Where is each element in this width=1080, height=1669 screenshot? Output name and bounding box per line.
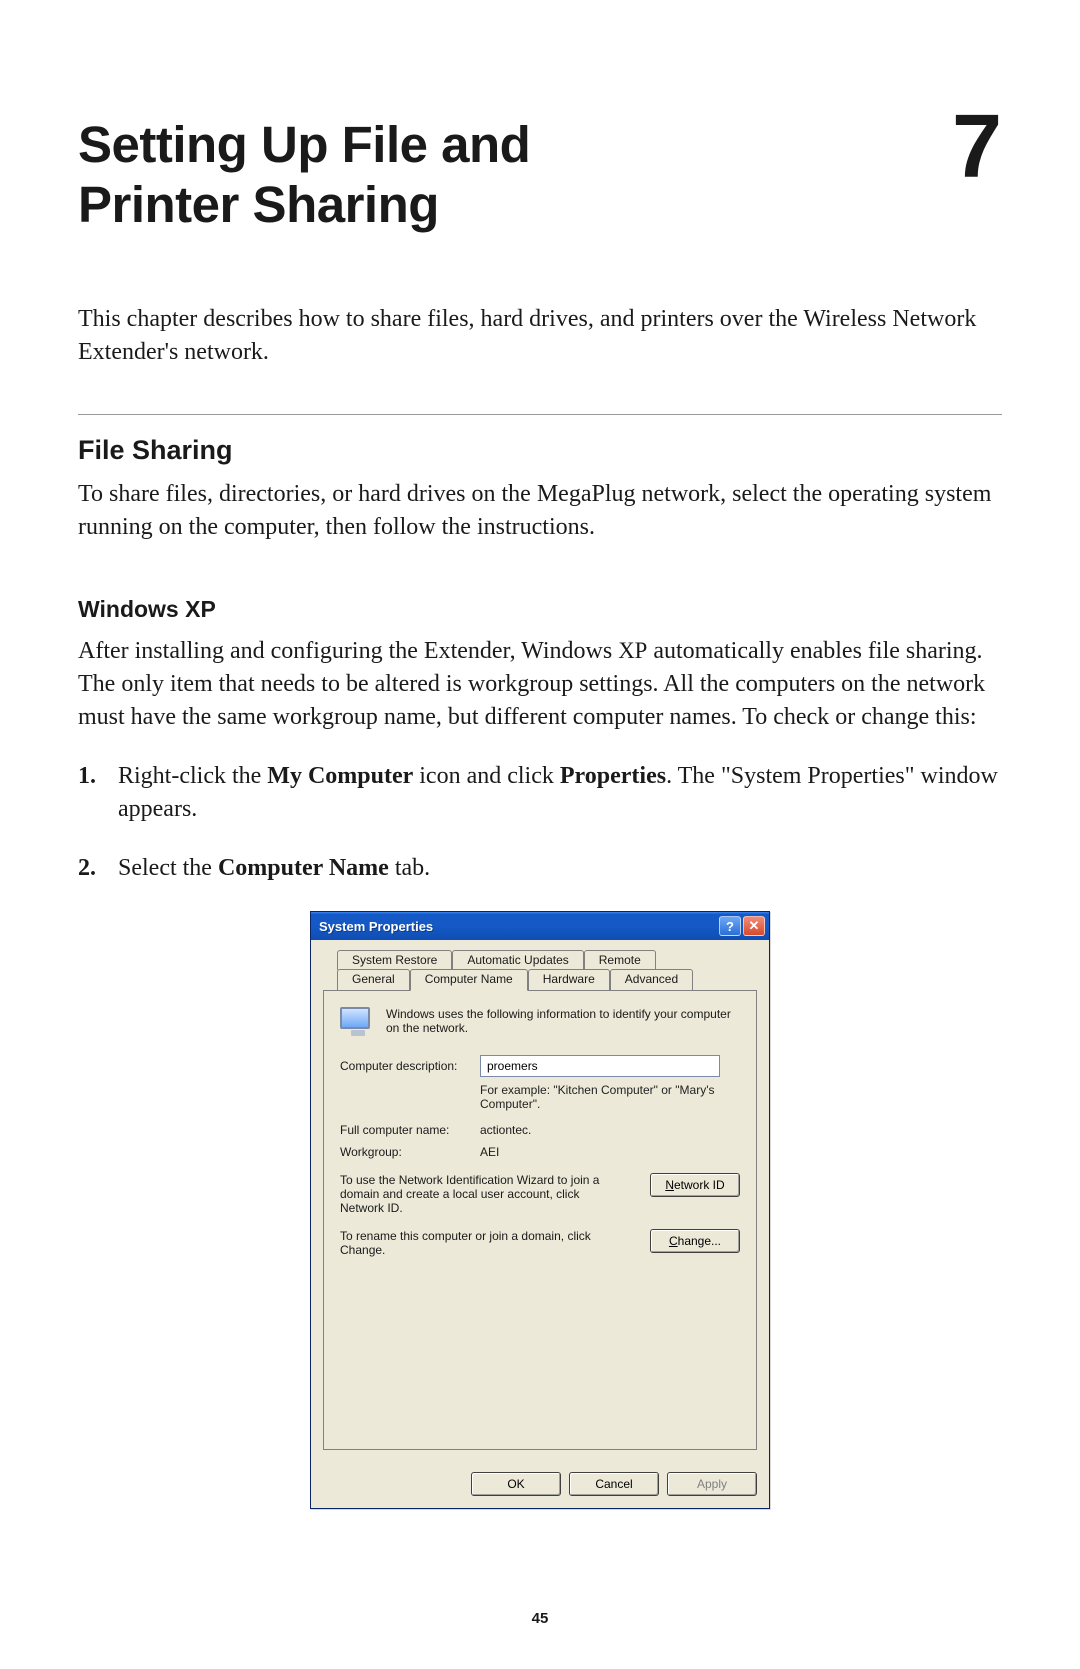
change-text: To rename this computer or join a domain… [340, 1229, 620, 1257]
networkid-text: To use the Network Identification Wizard… [340, 1173, 620, 1215]
close-button[interactable]: ✕ [743, 916, 765, 936]
step-1: 1. Right-click the My Computer icon and … [78, 760, 1002, 826]
cancel-button[interactable]: Cancel [569, 1472, 659, 1496]
system-properties-dialog: System Properties ? ✕ System Restore Aut… [310, 911, 770, 1509]
info-text: Windows uses the following information t… [386, 1007, 740, 1035]
dialog-titlebar[interactable]: System Properties ? ✕ [311, 912, 769, 940]
tab-panel: Windows uses the following information t… [323, 990, 757, 1450]
network-id-button[interactable]: Network ID [650, 1173, 740, 1197]
help-button[interactable]: ? [719, 916, 741, 936]
subsection-body: After installing and configuring the Ext… [78, 635, 1002, 734]
subsection-title: Windows XP [78, 596, 1002, 623]
divider [78, 414, 1002, 415]
tab-remote[interactable]: Remote [584, 950, 656, 970]
change-button[interactable]: Change... [650, 1229, 740, 1253]
page-number: 45 [0, 1610, 1080, 1627]
description-label: Computer description: [340, 1059, 480, 1073]
tab-computer-name[interactable]: Computer Name [410, 969, 528, 991]
tab-hardware[interactable]: Hardware [528, 969, 610, 990]
computer-icon [340, 1007, 376, 1041]
section-body: To share files, directories, or hard dri… [78, 478, 1002, 544]
description-hint: For example: "Kitchen Computer" or "Mary… [480, 1083, 730, 1111]
intro-paragraph: This chapter describes how to share file… [78, 303, 1002, 369]
section-title: File Sharing [78, 435, 1002, 466]
workgroup-value: AEI [480, 1145, 740, 1159]
tab-advanced[interactable]: Advanced [610, 969, 693, 990]
step-2: 2. Select the Computer Name tab. [78, 852, 1002, 885]
fullname-label: Full computer name: [340, 1123, 480, 1137]
tab-automatic-updates[interactable]: Automatic Updates [452, 950, 583, 970]
workgroup-label: Workgroup: [340, 1145, 480, 1159]
step-text: Select the Computer Name tab. [118, 852, 430, 885]
tab-system-restore[interactable]: System Restore [337, 950, 452, 970]
step-text: Right-click the My Computer icon and cli… [118, 760, 1002, 826]
step-number: 1. [78, 760, 102, 826]
dialog-title: System Properties [319, 919, 717, 934]
tab-general[interactable]: General [337, 969, 410, 990]
fullname-value: actiontec. [480, 1123, 740, 1137]
chapter-title-line2: Printer Sharing [78, 175, 530, 235]
chapter-number: 7 [952, 111, 1002, 183]
description-input[interactable] [480, 1055, 720, 1077]
ok-button[interactable]: OK [471, 1472, 561, 1496]
step-number: 2. [78, 852, 102, 885]
chapter-title-line1: Setting Up File and [78, 115, 530, 175]
apply-button[interactable]: Apply [667, 1472, 757, 1496]
